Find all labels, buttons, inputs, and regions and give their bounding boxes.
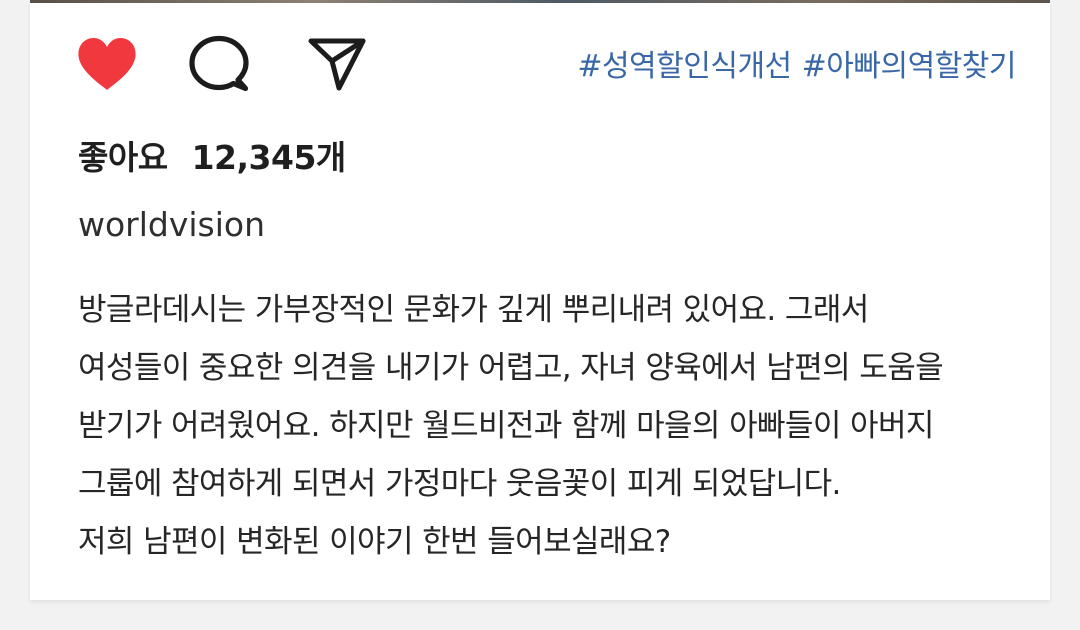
heart-filled-icon [78,38,136,90]
caption-line: 저희 남편이 변화된 이야기 한번 들어보실래요? [78,524,671,560]
likes-count: 12,345개 [191,138,347,177]
hashtag-link[interactable]: #성역할인식개선 [577,41,792,84]
caption-line: 방글라데시는 가부장적인 문화가 깊게 뿌리내려 있어요. 그래서 [78,292,869,328]
post-username[interactable]: worldvision [78,205,265,244]
post-caption: 방글라데시는 가부장적인 문화가 깊게 뿌리내려 있어요. 그래서 여성들이 중… [78,281,1028,571]
comment-button[interactable] [188,33,250,95]
caption-line: 받기가 어려웠어요. 하지만 월드비전과 함께 마을의 아빠들이 아버지 [78,408,934,444]
hashtag-list: #성역할인식개선 #아빠의역할찾기 [577,41,1017,84]
hashtag-link[interactable]: #아빠의역할찾기 [802,41,1017,84]
paper-plane-icon [308,38,366,91]
like-button[interactable] [76,33,138,95]
post-card: #성역할인식개선 #아빠의역할찾기 좋아요 12,345개 worldvision… [30,3,1050,600]
caption-line: 여성들이 중요한 의견을 내기가 어렵고, 자녀 양육에서 남편의 도움을 [78,350,944,386]
share-button[interactable] [306,33,368,95]
likes-label: 좋아요 [78,138,168,177]
likes-count-row[interactable]: 좋아요 12,345개 [78,131,346,179]
post-action-bar: #성역할인식개선 #아빠의역할찾기 [76,33,1017,95]
speech-bubble-icon [189,35,249,92]
caption-line: 그룹에 참여하게 되면서 가정마다 웃음꽃이 피게 되었답니다. [78,466,841,502]
